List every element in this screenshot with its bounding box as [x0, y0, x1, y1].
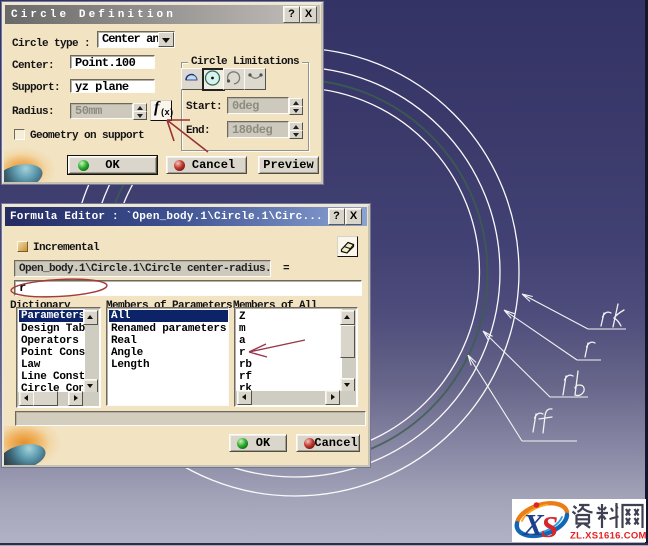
svg-text:S: S: [541, 509, 558, 542]
svg-text:ZL.XS1616.COM: ZL.XS1616.COM: [570, 531, 646, 542]
